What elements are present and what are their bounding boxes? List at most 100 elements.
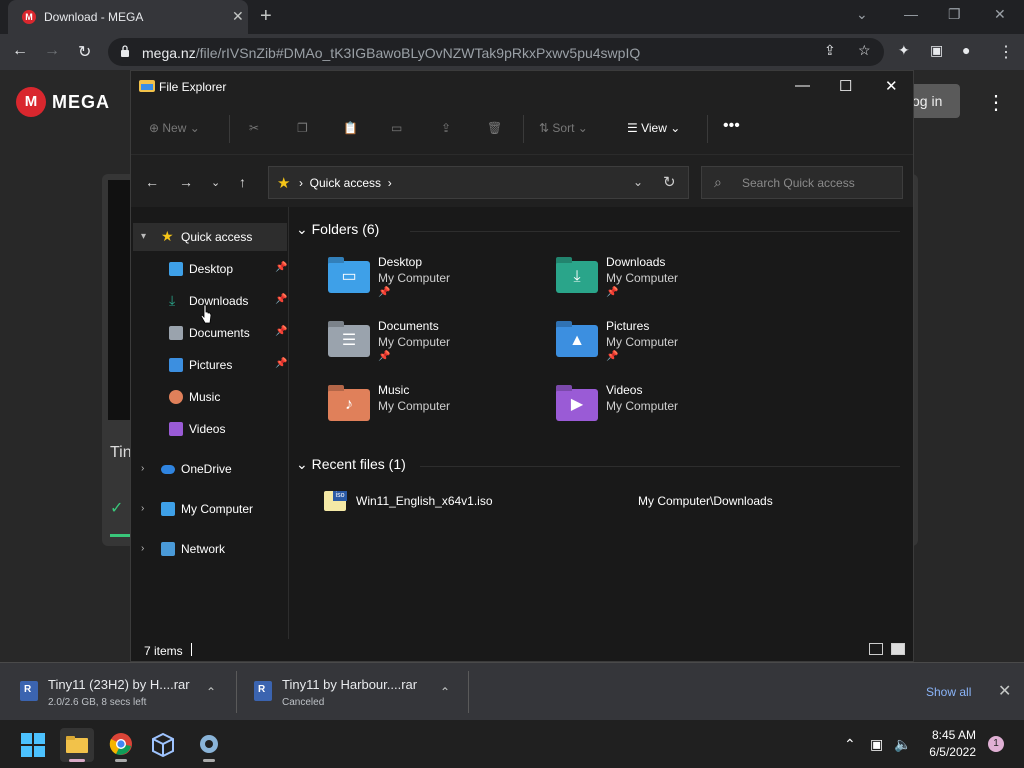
folder-desktop[interactable]: ▭ Desktop My Computer 📌 — [328, 255, 548, 311]
back-icon[interactable]: ← — [12, 42, 28, 60]
new-tab-icon[interactable]: + — [260, 5, 272, 28]
virtualbox-taskbar-button[interactable] — [146, 728, 180, 762]
download-item[interactable]: Tiny11 by Harbour....rar Canceled ⌃ — [254, 663, 464, 721]
profile-icon[interactable]: ● — [962, 42, 970, 58]
chrome-taskbar-button[interactable] — [104, 728, 138, 762]
sidebar-item-label: Network — [181, 542, 226, 556]
sidebar-item-videos[interactable]: Videos — [133, 415, 287, 443]
pin-icon: 📌 — [275, 326, 288, 337]
running-indicator — [203, 759, 215, 762]
show-all-link[interactable]: Show all — [926, 685, 971, 699]
chevron-up-icon[interactable]: ⌃ — [206, 685, 216, 699]
download-status: Canceled — [282, 697, 325, 708]
sidebar-item-quick-access[interactable]: ▾ ★ Quick access — [133, 223, 287, 251]
more-options-icon[interactable]: ••• — [723, 117, 740, 135]
page-menu-icon[interactable]: ⋮ — [986, 90, 1006, 115]
sidebar-item-pictures[interactable]: Pictures 📌 — [133, 351, 287, 379]
search-box[interactable]: ⌕ Search Quick access — [701, 166, 903, 199]
chevron-right-icon[interactable]: › — [141, 463, 144, 474]
chevron-right-icon[interactable]: › — [141, 503, 144, 514]
clock-date[interactable]: 6/5/2022 — [926, 745, 976, 759]
recent-file-row[interactable]: Win11_English_x64v1.iso My Computer\Down… — [322, 489, 882, 515]
recent-locations-icon[interactable]: ⌄ — [211, 176, 220, 189]
close-tab-icon[interactable]: ✕ — [232, 8, 244, 25]
rename-icon[interactable]: ▭ — [391, 121, 402, 135]
address-bar[interactable]: ★ › Quick access › ⌄ ↻ — [268, 166, 689, 199]
volume-icon[interactable]: 🔈 — [894, 736, 911, 753]
bookmark-star-icon[interactable]: ☆ — [858, 42, 871, 59]
folder-videos[interactable]: ▶ Videos My Computer — [556, 383, 776, 439]
explorer-title-bar[interactable]: File Explorer — ☐ ✕ — [131, 71, 913, 103]
folder-downloads[interactable]: ⤓ Downloads My Computer 📌 — [556, 255, 776, 311]
folder-name: Pictures — [606, 319, 650, 333]
address-bar[interactable]: mega.nz/file/rIVSnZib#DMAo_tK3IGBawoBLyO… — [108, 38, 884, 66]
chevron-down-icon[interactable]: ▾ — [141, 231, 146, 242]
forward-icon[interactable]: → — [44, 42, 60, 60]
network-icon[interactable]: ▣ — [870, 736, 883, 753]
details-view-icon[interactable] — [869, 643, 883, 655]
extensions-icon[interactable]: ✦ — [898, 42, 910, 59]
tab-search-icon[interactable]: ⌄ — [856, 6, 868, 23]
new-button[interactable]: ⊕ New ⌄ — [149, 121, 200, 135]
search-icon: ⌕ — [714, 174, 722, 190]
mega-brand[interactable]: MEGA — [52, 92, 110, 113]
browser-tab[interactable]: M Download - MEGA ✕ — [8, 0, 248, 34]
file-explorer-taskbar-button[interactable] — [60, 728, 94, 762]
folder-name: Downloads — [606, 255, 666, 269]
folder-icon — [66, 736, 88, 753]
address-dropdown-icon[interactable]: ⌄ — [633, 175, 643, 189]
side-panel-icon[interactable]: ▣ — [930, 42, 943, 59]
address-crumb[interactable]: Quick access — [310, 176, 381, 190]
share-icon[interactable]: ⇪ — [824, 42, 836, 59]
notification-badge[interactable]: 1 — [988, 736, 1004, 752]
view-button[interactable]: ☰ View ⌄ — [627, 121, 680, 135]
mega-favicon-icon: M — [22, 10, 36, 24]
videos-icon — [169, 422, 183, 436]
folder-documents[interactable]: ☰ Documents My Computer 📌 — [328, 319, 548, 375]
start-button[interactable] — [16, 728, 50, 762]
folders-group-header[interactable]: ⌄ Folders (6) — [296, 221, 379, 238]
delete-icon[interactable]: 🗑 — [487, 121, 502, 135]
status-bar: 7 items — [131, 639, 913, 661]
folder-pictures[interactable]: ▲ Pictures My Computer 📌 — [556, 319, 776, 375]
forward-icon[interactable]: → — [179, 174, 193, 190]
minimize-icon[interactable]: — — [795, 77, 810, 94]
maximize-icon[interactable]: ☐ — [839, 77, 852, 95]
back-icon[interactable]: ← — [145, 174, 159, 190]
pin-icon: 📌 — [275, 294, 288, 305]
clock-time[interactable]: 8:45 AM — [926, 728, 976, 742]
folder-music[interactable]: ♪ Music My Computer — [328, 383, 548, 439]
mega-logo-icon[interactable]: M — [16, 87, 46, 117]
reload-icon[interactable]: ↻ — [78, 42, 91, 62]
large-icons-view-icon[interactable] — [891, 643, 905, 655]
sidebar-item-my-computer[interactable]: › My Computer — [133, 495, 287, 523]
sidebar-item-onedrive[interactable]: › OneDrive — [133, 455, 287, 483]
close-icon[interactable]: ✕ — [998, 681, 1011, 701]
sidebar-item-desktop[interactable]: Desktop 📌 — [133, 255, 287, 283]
divider — [523, 115, 524, 143]
chevron-up-icon[interactable]: ⌃ — [440, 685, 450, 699]
refresh-icon[interactable]: ↻ — [663, 173, 676, 191]
cube-icon — [152, 732, 174, 758]
download-item[interactable]: Tiny11 (23H2) by H....rar 2.0/2.6 GB, 8 … — [20, 663, 230, 721]
chevron-right-icon[interactable]: › — [141, 543, 144, 554]
running-indicator — [115, 759, 127, 762]
restore-icon[interactable]: ❐ — [948, 6, 961, 23]
browser-menu-icon[interactable]: ⋮ — [998, 42, 1014, 62]
downloads-bar: Tiny11 (23H2) by H....rar 2.0/2.6 GB, 8 … — [0, 662, 1024, 720]
share-icon[interactable]: ⇪ — [441, 121, 451, 135]
sidebar-item-network[interactable]: › Network — [133, 535, 287, 563]
chevron-up-icon[interactable]: ⌃ — [844, 736, 856, 753]
desktop-glyph-icon: ▭ — [341, 268, 357, 285]
up-icon[interactable]: ↑ — [239, 174, 246, 190]
paste-icon[interactable]: 📋 — [343, 121, 358, 135]
recent-group-header[interactable]: ⌄ Recent files (1) — [296, 456, 406, 473]
settings-taskbar-button[interactable] — [192, 728, 226, 762]
copy-icon[interactable]: ❐ — [297, 121, 308, 135]
cut-icon[interactable]: ✂ — [249, 121, 259, 135]
close-window-icon[interactable]: ✕ — [994, 6, 1006, 23]
close-icon[interactable]: ✕ — [885, 77, 898, 95]
sort-button[interactable]: ⇅ Sort ⌄ — [539, 121, 588, 135]
minimize-icon[interactable]: — — [904, 6, 918, 22]
sidebar-item-music[interactable]: Music — [133, 383, 287, 411]
